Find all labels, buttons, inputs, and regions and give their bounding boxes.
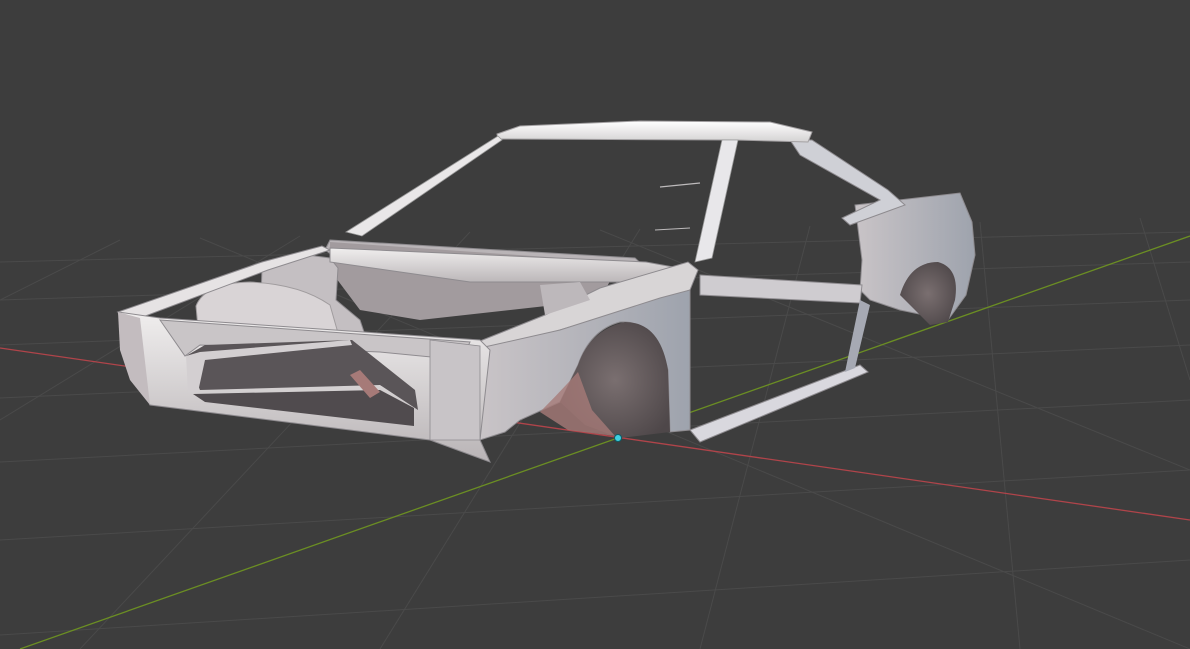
3d-viewport[interactable] <box>0 0 1190 649</box>
car-body-model[interactable] <box>116 120 976 463</box>
origin-point[interactable] <box>614 434 622 442</box>
